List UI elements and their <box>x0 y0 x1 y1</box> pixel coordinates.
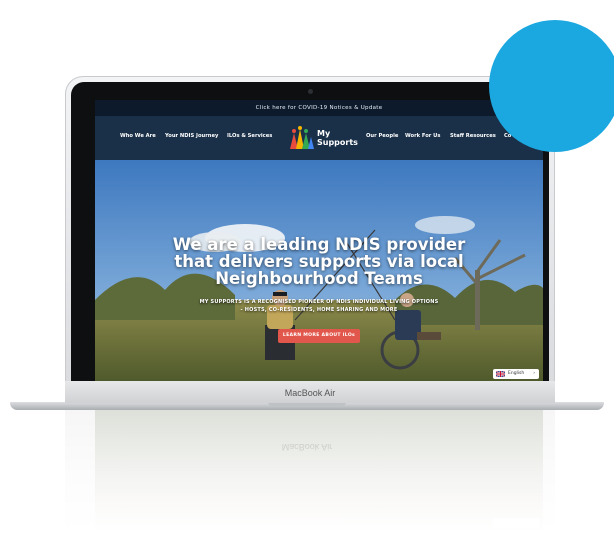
nav-who-we-are[interactable]: Who We Are <box>120 133 156 139</box>
my-supports-logo[interactable]: My Supports <box>286 125 358 151</box>
logo-line-2: Supports <box>317 138 358 147</box>
chevron-right-icon: › <box>533 371 535 376</box>
uk-flag-icon <box>496 371 505 377</box>
logo-line-1: My <box>317 129 331 138</box>
language-selector[interactable]: English › <box>493 369 539 379</box>
logo-figures-icon <box>290 126 314 149</box>
hero-headline: We are a leading NDIS provider that deli… <box>135 236 503 287</box>
website-screen: Click here for COVID-19 Notices & Update… <box>95 100 543 381</box>
laptop-mockup-scene: MacBook Air MacBook Air <box>0 0 614 533</box>
laptop-reflection: MacBook Air <box>0 410 614 533</box>
headline-line-3: Neighbourhood Teams <box>215 269 423 288</box>
headline-line-1: We are a leading NDIS provider <box>172 235 466 254</box>
language-label: English <box>508 371 525 376</box>
main-navigation: Who We Are Your NDIS Journey ILOs & Serv… <box>95 116 543 160</box>
device-label: MacBook Air <box>65 381 555 403</box>
nav-work-for-us[interactable]: Work For Us <box>405 133 440 139</box>
covid-notice-bar[interactable]: Click here for COVID-19 Notices & Update <box>95 100 543 116</box>
hero-subtext: MY SUPPORTS IS A RECOGNISED PIONEER OF N… <box>185 298 453 314</box>
subtext-line-2: - HOSTS, CO-RESIDENTS, HOME SHARING AND … <box>240 307 398 313</box>
camera-icon <box>308 89 313 94</box>
headline-line-2: that delivers supports via local <box>174 252 464 271</box>
reflection-fade <box>0 410 614 533</box>
nav-our-people[interactable]: Our People <box>366 133 398 139</box>
learn-more-ilos-button[interactable]: LEARN MORE ABOUT ILOs <box>278 329 360 343</box>
nav-ilos-services[interactable]: ILOs & Services <box>227 133 272 139</box>
nav-your-ndis-journey[interactable]: Your NDIS Journey <box>165 133 218 139</box>
nav-staff-resources[interactable]: Staff Resources <box>450 133 496 139</box>
logo-wordmark: My Supports <box>317 129 358 147</box>
decorative-blue-circle <box>489 20 614 152</box>
subtext-line-1: MY SUPPORTS IS A RECOGNISED PIONEER OF N… <box>199 299 439 305</box>
